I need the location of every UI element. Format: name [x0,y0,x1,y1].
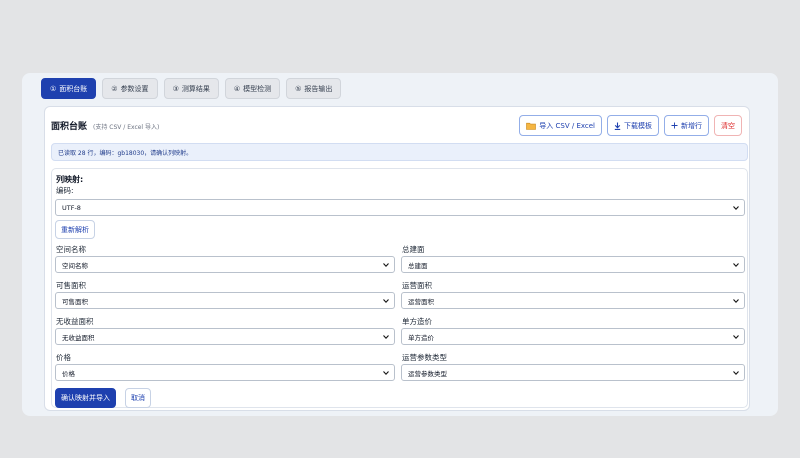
download-arrow-icon [614,122,621,130]
price-select[interactable]: 价格 [55,364,395,381]
operating-area-label: 运营面积 [402,281,432,290]
sellable-area-select-value: 可售面积 [62,297,88,306]
operating-area-select[interactable]: 运营面积 [401,292,745,309]
space-name-select-value: 空间名称 [62,261,88,270]
tab-label: 测算结果 [181,84,210,93]
operating-area-select-value: 运营面积 [408,297,434,306]
add-row-button[interactable]: 新增行 [664,115,709,136]
column-mapping-panel: 列映射: 编码: UTF-8 重新解析 空间名称 空间名称 总建面 总建面 可售… [51,168,748,408]
chevron-down-icon [383,263,389,268]
column-mapping-title: 列映射: [56,175,84,184]
chevron-down-icon [733,371,739,376]
nonrevenue-area-label: 无收益面积 [56,317,94,326]
folder-icon [526,122,537,130]
cancel-button-label: 取消 [131,394,145,402]
tab-label: 参数设置 [120,84,149,93]
tab-area-ledger[interactable]: ① 面积台账 [41,78,97,99]
confirm-mapping-import-button[interactable]: 确认映射并导入 [55,388,116,408]
encoding-select-value: UTF-8 [62,203,81,212]
tab-label: 面积台账 [59,84,88,93]
tab-report-output[interactable]: ⑤ 报告输出 [286,78,342,99]
step-tabs: ① 面积台账 ② 参数设置 ③ 测算结果 ④ 模型检测 ⑤ 报告输出 [41,78,342,99]
plus-icon [671,122,678,129]
tab-parameter-settings[interactable]: ② 参数设置 [102,78,158,99]
import-button[interactable]: 导入 CSV / Excel [519,115,602,136]
chevron-down-icon [383,335,389,340]
total-area-select[interactable]: 总建面 [401,256,745,273]
chevron-down-icon [733,206,739,211]
total-area-label: 总建面 [402,245,425,254]
download-template-button[interactable]: 下载模板 [607,115,659,136]
clear-button[interactable]: 清空 [714,115,742,136]
tab-calculation-results[interactable]: ③ 测算结果 [163,78,219,99]
card-header: 面积台账 (支持 CSV / Excel 导入) [51,119,159,132]
card-title: 面积台账 [51,122,88,132]
header-actions: 导入 CSV / Excel 下载模板 新增行 清空 [519,115,742,136]
unit-cost-select[interactable]: 单方造价 [401,328,745,345]
import-status-notice: 已读取 28 行，编码：gb18030，请确认列映射。 [51,143,748,161]
tab-number: ③ [172,84,179,93]
unit-cost-select-value: 单方造价 [408,333,434,342]
operating-param-type-select-value: 运营参数类型 [408,369,447,378]
total-area-select-value: 总建面 [408,261,428,270]
encoding-label: 编码: [56,186,74,195]
notice-text: 已读取 28 行，编码：gb18030，请确认列映射。 [58,149,193,157]
reparse-button[interactable]: 重新解析 [55,220,95,239]
tab-label: 报告输出 [304,84,333,93]
add-row-label: 新增行 [681,121,702,130]
cancel-button[interactable]: 取消 [125,388,151,408]
tab-model-check[interactable]: ④ 模型检测 [224,78,281,99]
tab-label: 模型检测 [243,84,272,93]
tab-number: ④ [233,84,241,93]
tab-number: ① [50,84,57,93]
operating-param-type-select[interactable]: 运营参数类型 [401,364,745,381]
nonrevenue-area-select[interactable]: 无收益面积 [55,328,395,345]
sellable-area-label: 可售面积 [56,281,86,290]
sellable-area-select[interactable]: 可售面积 [55,292,395,309]
reparse-button-label: 重新解析 [61,225,89,234]
area-ledger-card: 面积台账 (支持 CSV / Excel 导入) 导入 CSV / Excel … [44,106,750,411]
space-name-label: 空间名称 [56,245,86,254]
space-name-select[interactable]: 空间名称 [55,256,395,273]
clear-button-label: 清空 [721,121,735,130]
price-select-value: 价格 [62,369,75,378]
app-window: ① 面积台账 ② 参数设置 ③ 测算结果 ④ 模型检测 ⑤ 报告输出 面积台账 … [22,73,778,416]
chevron-down-icon [733,299,739,304]
chevron-down-icon [733,335,739,340]
card-subtitle: (支持 CSV / Excel 导入) [93,124,160,131]
chevron-down-icon [733,263,739,268]
tab-number: ⑤ [295,84,302,93]
import-button-label: 导入 CSV / Excel [539,121,595,130]
download-template-label: 下载模板 [624,121,652,130]
operating-param-type-label: 运营参数类型 [402,353,447,362]
tab-number: ② [111,84,118,93]
nonrevenue-area-select-value: 无收益面积 [62,333,95,342]
price-label: 价格 [56,353,71,362]
encoding-select[interactable]: UTF-8 [55,199,745,216]
chevron-down-icon [383,299,389,304]
chevron-down-icon [383,371,389,376]
confirm-mapping-label: 确认映射并导入 [61,394,110,402]
unit-cost-label: 单方造价 [402,317,432,326]
